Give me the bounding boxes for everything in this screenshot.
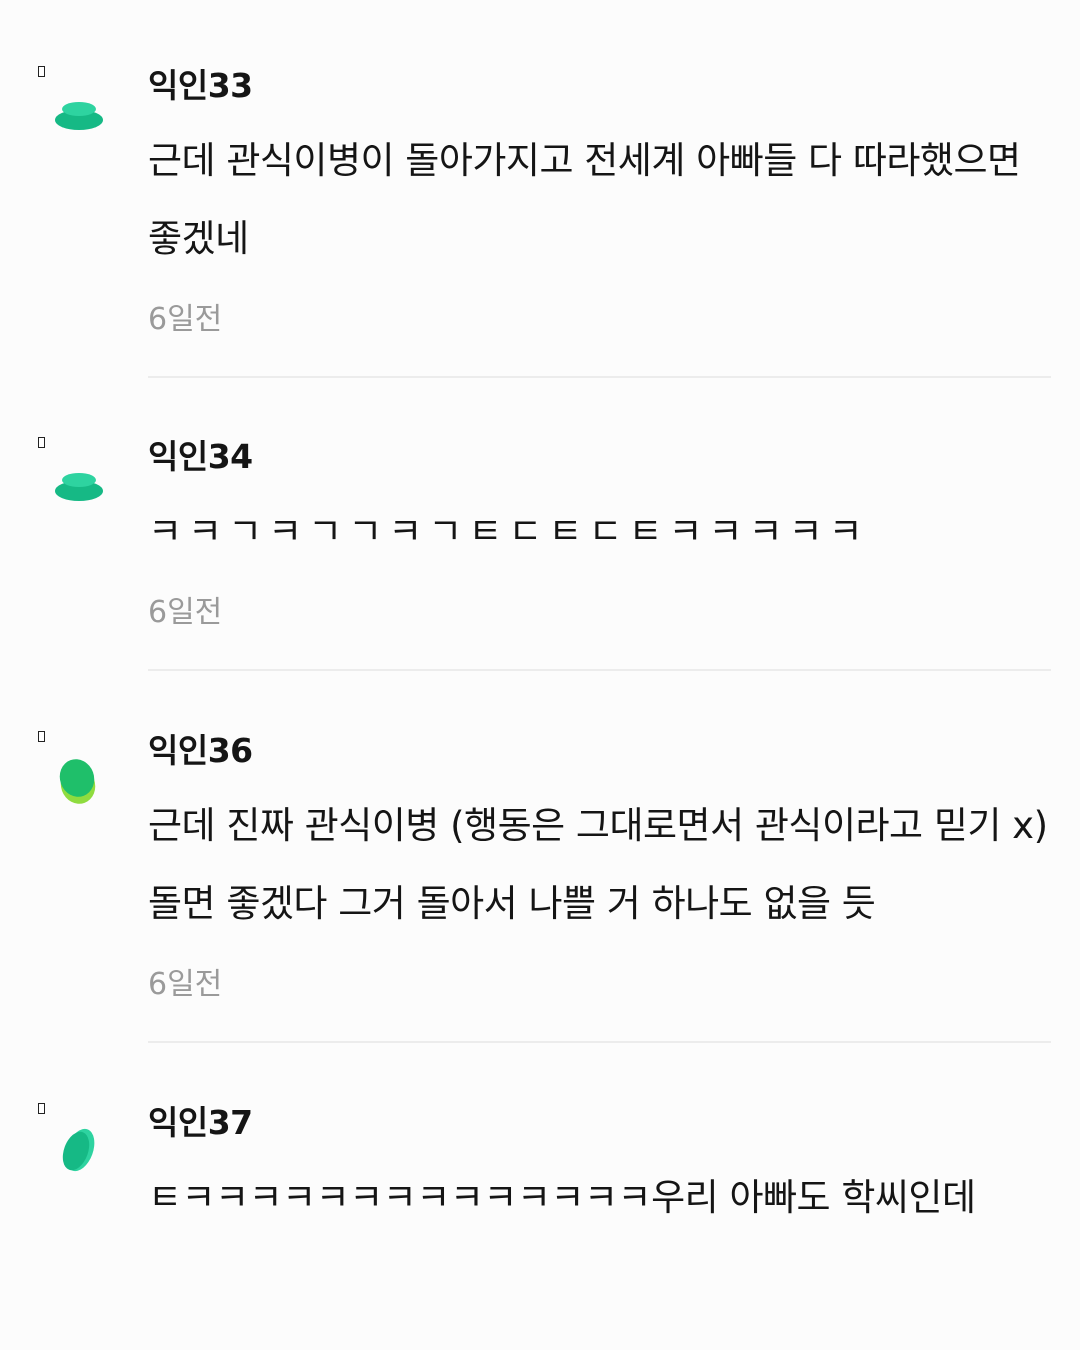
comment-time: 6일전 [148,967,223,1002]
comment-text: ㅌㅋㅋㅋㅋㅋㅋㅋㅋㅋㅋㅋㅋㅋㅋ우리 아빠도 학씨인데 [148,1176,976,1219]
comment-text: 근데 진짜 관식이병 (행동은 그대로면서 관식이라고 믿기 x) 돌면 좋겠다… [148,804,1059,925]
divider [148,1041,1051,1043]
comment-time: 6일전 [148,595,223,630]
comment-text: ㅋㅋㄱㅋㄱㄱㅋㄱㅌㄷㅌㄷㅌㅋㅋㅋㅋㅋ [148,510,869,553]
comment-text: 근데 관식이병이 돌아가지고 전세계 아빠들 다 따라했으면 좋겠네 [148,139,1032,260]
avatar-icon[interactable] [52,96,106,150]
comment-nickname[interactable]: 익인36 [148,731,253,771]
comment-nickname[interactable]: 익인33 [148,66,253,106]
comment-item: 익인36 근데 진짜 관식이병 (행동은 그대로면서 관식이라고 믿기 x) 돌… [0,731,1080,1043]
comment-time: 6일전 [148,302,223,337]
report-marker-icon[interactable] [38,1103,45,1114]
comment-item: 익인37 ㅌㅋㅋㅋㅋㅋㅋㅋㅋㅋㅋㅋㅋㅋㅋ우리 아빠도 학씨인데 [0,1103,1080,1343]
avatar-icon[interactable] [52,1123,106,1177]
comment-nickname[interactable]: 익인34 [148,437,253,477]
report-marker-icon[interactable] [38,437,45,448]
comment-nickname[interactable]: 익인37 [148,1103,253,1143]
report-marker-icon[interactable] [38,731,45,742]
divider [148,376,1051,378]
avatar-icon[interactable] [52,753,106,807]
divider [148,669,1051,671]
report-marker-icon[interactable] [38,66,45,77]
comment-item: 익인33 근데 관식이병이 돌아가지고 전세계 아빠들 다 따라했으면 좋겠네 … [0,66,1080,378]
comment-item: 익인34 ㅋㅋㄱㅋㄱㄱㅋㄱㅌㄷㅌㄷㅌㅋㅋㅋㅋㅋ 6일전 [0,437,1080,672]
avatar-icon[interactable] [52,467,106,521]
